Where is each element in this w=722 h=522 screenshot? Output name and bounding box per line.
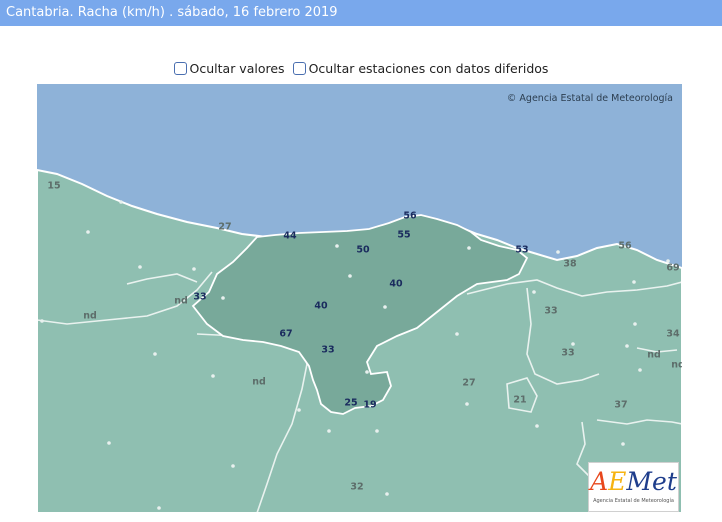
hide-values-label: Ocultar valores — [189, 60, 285, 76]
station-marker — [556, 250, 560, 254]
station-value[interactable]: 56 — [403, 211, 416, 222]
station-marker — [632, 280, 636, 284]
station-marker — [633, 322, 637, 326]
station-marker — [348, 274, 352, 278]
station-value[interactable]: nd — [647, 350, 661, 361]
station-value[interactable]: 50 — [356, 245, 369, 256]
station-value[interactable]: 33 — [193, 292, 206, 303]
station-marker — [455, 332, 459, 336]
station-value[interactable]: 55 — [397, 230, 410, 241]
station-value[interactable]: 53 — [515, 245, 528, 256]
station-value[interactable]: 32 — [350, 482, 363, 493]
hide-deferred-checkbox[interactable] — [292, 61, 306, 75]
station-marker — [535, 424, 539, 428]
map-canvas — [37, 84, 682, 513]
map-options: Ocultar valores Ocultar estaciones con d… — [0, 58, 722, 78]
wind-gust-map[interactable]: 15 27 44 56 55 50 53 56 38 69 40 nd 33 nd 40 33 34 67 33 33… — [37, 84, 682, 513]
station-marker — [231, 464, 235, 468]
station-value[interactable]: 21 — [513, 395, 526, 406]
station-marker — [375, 429, 379, 433]
station-marker — [297, 408, 301, 412]
hide-deferred-label: Ocultar estaciones con datos diferidos — [308, 60, 549, 76]
station-value[interactable]: 25 — [344, 398, 357, 409]
station-value[interactable]: 27 — [462, 378, 475, 389]
station-value[interactable]: 56 — [618, 241, 631, 252]
station-value[interactable]: 33 — [544, 306, 557, 317]
station-marker — [86, 230, 90, 234]
station-marker — [335, 244, 339, 248]
hide-values-toggle[interactable]: Ocultar valores — [173, 60, 285, 76]
station-value[interactable]: 67 — [279, 329, 292, 340]
station-value[interactable]: 27 — [218, 222, 231, 233]
station-marker — [327, 429, 331, 433]
station-value[interactable]: nd — [174, 296, 188, 307]
station-marker — [119, 200, 123, 204]
station-marker — [138, 265, 142, 269]
station-value[interactable]: 38 — [563, 259, 576, 270]
station-value[interactable]: nd — [252, 377, 266, 388]
station-marker — [467, 246, 471, 250]
station-marker — [638, 368, 642, 372]
station-value[interactable]: nd — [83, 311, 97, 322]
station-marker — [221, 296, 225, 300]
station-value[interactable]: 40 — [389, 279, 402, 290]
copyright-note: © Agencia Estatal de Meteorología — [506, 93, 673, 104]
station-marker — [157, 506, 161, 510]
station-marker — [385, 492, 389, 496]
station-value[interactable]: 44 — [283, 231, 296, 242]
station-marker — [383, 305, 387, 309]
station-marker — [40, 319, 44, 323]
station-value[interactable]: 37 — [614, 400, 627, 411]
station-marker — [107, 441, 111, 445]
page-title: Cantabria. Racha (km/h) . sábado, 16 feb… — [0, 0, 722, 26]
hide-values-checkbox[interactable] — [173, 61, 187, 75]
hide-deferred-toggle[interactable]: Ocultar estaciones con datos diferidos — [292, 60, 549, 76]
station-marker — [532, 290, 536, 294]
aemet-logo: AEMet Agencia Estatal de Meteorología — [588, 462, 679, 512]
station-marker — [365, 370, 369, 374]
station-marker — [192, 267, 196, 271]
station-value[interactable]: nd — [671, 360, 682, 371]
station-marker — [625, 344, 629, 348]
station-marker — [211, 374, 215, 378]
station-marker — [153, 352, 157, 356]
station-marker — [571, 342, 575, 346]
station-value[interactable]: 33 — [321, 345, 334, 356]
station-value[interactable]: 69 — [666, 263, 679, 274]
station-value[interactable]: 15 — [47, 181, 60, 192]
station-value[interactable]: 33 — [561, 348, 574, 359]
station-value[interactable]: 19 — [363, 400, 376, 411]
station-value[interactable]: 34 — [666, 329, 679, 340]
station-marker — [621, 442, 625, 446]
station-value[interactable]: 40 — [314, 301, 327, 312]
station-marker — [465, 402, 469, 406]
